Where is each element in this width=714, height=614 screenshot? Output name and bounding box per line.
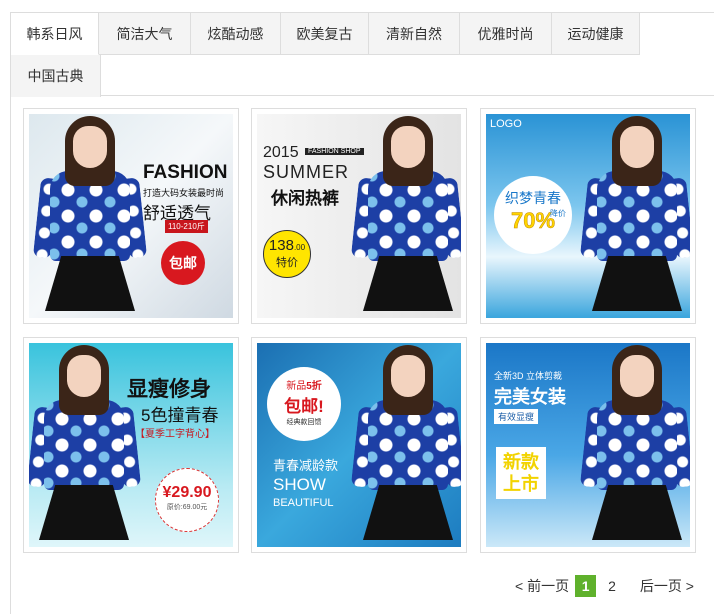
model-figure (579, 116, 690, 318)
year-text: 2015 (263, 144, 299, 161)
banner-image: LOGO 织梦青春 70% 降价 (486, 114, 690, 318)
new-text: 新款 (503, 452, 539, 472)
logo-text: LOGO (490, 118, 522, 130)
tab-korean-japanese[interactable]: 韩系日风 (11, 13, 99, 55)
style-tabs: 韩系日风 简洁大气 炫酷动感 欧美复古 清新自然 优雅时尚 运动健康 中国古典 (11, 13, 714, 97)
summer-text: SUMMER (263, 162, 349, 182)
price-value: 138 (268, 237, 294, 254)
promo-badge: 新品5折 包邮! 经典款回馈 (267, 367, 341, 441)
price-label: 特价 (276, 257, 298, 269)
template-card[interactable]: 2015 FASHION SHOP SUMMER 休闲热裤 138.00 特价 (251, 108, 467, 324)
launch-text: 上市 (503, 474, 539, 494)
model-figure (350, 116, 461, 318)
feature-text: 休闲热裤 (271, 189, 339, 208)
tab-simple-elegant[interactable]: 简洁大气 (99, 13, 191, 55)
tab-western-retro[interactable]: 欧美复古 (281, 13, 369, 55)
classic-tag: 经典款回馈 (286, 419, 322, 426)
template-card[interactable]: FASHION 打造大码女装最时尚 舒适透气 110-210斤 包邮 (23, 108, 239, 324)
tab-cool-dynamic[interactable]: 炫酷动感 (191, 13, 281, 55)
pagination: < 前一页 1 2 后一页 > (509, 575, 700, 597)
feature-text: 完美女装 (494, 387, 566, 407)
banner-image: 显瘦修身 5色撞青春 【夏季工字背心】 ¥29.90 原价:69.00元 (29, 343, 233, 547)
show-text: SHOW (273, 475, 326, 494)
model-figure (29, 345, 142, 547)
headline: FASHION (143, 162, 228, 183)
banner-image: 新品5折 包邮! 经典款回馈 青春减龄款 SHOW BEAUTIFUL (257, 343, 461, 547)
template-card[interactable]: 新品5折 包邮! 经典款回馈 青春减龄款 SHOW BEAUTIFUL (251, 337, 467, 553)
template-card[interactable]: LOGO 织梦青春 70% 降价 (480, 108, 696, 324)
new-arrival-badge: 新款 上市 (496, 447, 546, 499)
beautiful-text: BEAUTIFUL (273, 497, 334, 509)
next-page-link[interactable]: 后一页 > (634, 575, 700, 597)
special-price-badge: 138.00 特价 (263, 230, 311, 278)
discount-text: 5折 (306, 381, 322, 392)
price-value: ¥29.90 (162, 484, 212, 501)
banner-image: 2015 FASHION SHOP SUMMER 休闲热裤 138.00 特价 (257, 114, 461, 318)
tab-elegant-fashion[interactable]: 优雅时尚 (460, 13, 552, 55)
subheadline: 打造大码女装最时尚 (143, 188, 225, 198)
free-shipping-text: 包邮! (284, 397, 324, 416)
feature-text: 显瘦修身 (127, 378, 211, 401)
model-figure (32, 116, 148, 318)
template-card[interactable]: 显瘦修身 5色撞青春 【夏季工字背心】 ¥29.90 原价:69.00元 (23, 337, 239, 553)
banner-image: FASHION 打造大码女装最时尚 舒适透气 110-210斤 包邮 (29, 114, 233, 318)
tab-sports-health[interactable]: 运动健康 (552, 13, 640, 55)
new-text: 新品 (286, 381, 307, 392)
season-label: 【夏季工字背心】 (135, 429, 215, 440)
color-text: 5色撞青春 (141, 406, 219, 425)
tab-chinese-classic[interactable]: 中国古典 (11, 55, 101, 97)
slimming-tag: 有效显瘦 (494, 409, 539, 424)
price-badge: ¥29.90 原价:69.00元 (155, 468, 219, 532)
discount-label: 降价 (550, 209, 566, 218)
model-figure (350, 345, 461, 547)
price-decimal: .00 (293, 243, 306, 252)
feature-text: 青春减龄款 (273, 458, 339, 473)
page-2-link[interactable]: 2 (602, 575, 622, 597)
banner-image: 全新3D 立体剪裁 完美女装 有效显瘦 新款 上市 (486, 343, 690, 547)
original-price: 原价:69.00元 (166, 504, 208, 511)
tab-fresh-natural[interactable]: 清新自然 (369, 13, 460, 55)
template-card[interactable]: 全新3D 立体剪裁 完美女装 有效显瘦 新款 上市 (480, 337, 696, 553)
top-tagline: 全新3D 立体剪裁 (494, 371, 563, 381)
weight-range-tag: 110-210斤 (165, 220, 208, 233)
feature-text: 织梦青春 (505, 190, 561, 206)
model-figure (579, 345, 690, 547)
prev-page-link[interactable]: < 前一页 (509, 575, 575, 597)
free-shipping-badge: 包邮 (161, 241, 205, 285)
page-1-current[interactable]: 1 (575, 575, 597, 597)
